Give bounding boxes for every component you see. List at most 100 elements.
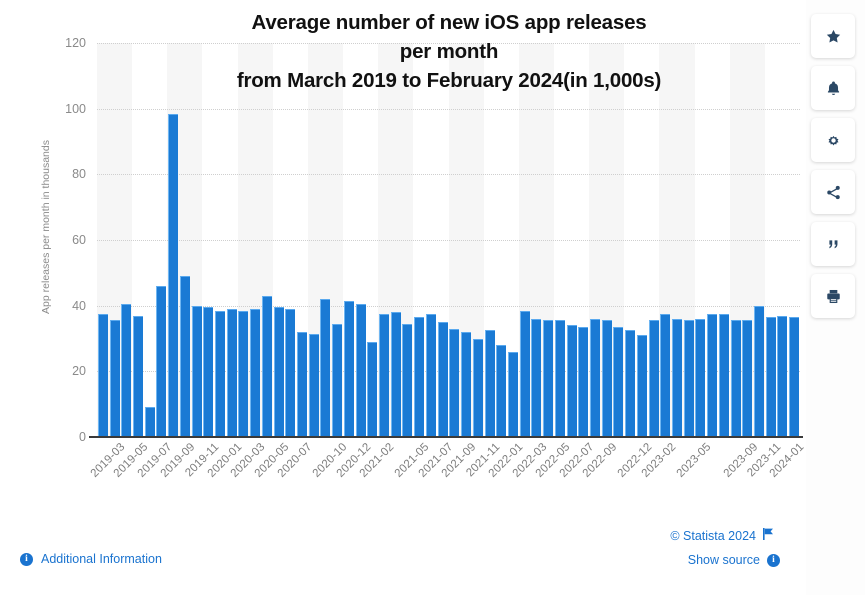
chart-title: Average number of new iOS app releases p… xyxy=(96,8,802,95)
bar[interactable] xyxy=(191,305,202,437)
bell-icon xyxy=(825,80,842,97)
bar[interactable] xyxy=(215,310,226,437)
additional-information-link[interactable]: i Additional Information xyxy=(20,552,162,566)
bar[interactable] xyxy=(683,320,694,437)
print-button[interactable] xyxy=(811,274,855,318)
x-tick-label: 2023-05 xyxy=(674,441,714,480)
chart-title-line-1: Average number of new iOS app releases xyxy=(251,11,647,34)
bar[interactable] xyxy=(285,308,296,437)
gridline xyxy=(97,174,800,176)
bar[interactable] xyxy=(168,113,179,437)
y-tick-label: 100 xyxy=(65,101,86,116)
plot-area: 0 20 40 60 80 100 120 xyxy=(65,36,800,444)
gridline xyxy=(97,240,800,241)
favorite-button[interactable] xyxy=(811,14,855,58)
info-icon: i xyxy=(20,552,33,566)
bar[interactable] xyxy=(402,323,413,437)
bar[interactable] xyxy=(543,320,554,437)
bar[interactable] xyxy=(226,308,237,437)
copyright-credit: © Statista 2024 xyxy=(670,528,774,543)
bar[interactable] xyxy=(179,276,190,437)
bar[interactable] xyxy=(437,322,448,437)
bar[interactable] xyxy=(671,318,682,437)
bar[interactable] xyxy=(613,327,624,437)
bar[interactable] xyxy=(425,313,436,437)
y-tick-label: 60 xyxy=(72,233,86,247)
copyright-text: © Statista 2024 xyxy=(670,528,756,543)
bar[interactable] xyxy=(332,323,343,437)
bar[interactable] xyxy=(625,330,636,437)
bar[interactable] xyxy=(320,299,331,437)
bar[interactable] xyxy=(765,317,776,437)
chart-title-line-3: from March 2019 to February 2024(in 1,00… xyxy=(236,69,662,92)
bar[interactable] xyxy=(238,310,249,437)
bar[interactable] xyxy=(777,315,788,437)
bar[interactable] xyxy=(648,320,659,437)
bar[interactable] xyxy=(97,313,108,437)
bar[interactable] xyxy=(461,331,472,437)
bar[interactable] xyxy=(355,304,366,437)
bar[interactable] xyxy=(144,407,155,437)
flag-icon xyxy=(763,528,774,543)
bar[interactable] xyxy=(566,325,577,437)
printer-icon xyxy=(825,288,842,305)
bar[interactable] xyxy=(273,307,284,437)
bar[interactable] xyxy=(261,295,272,437)
bar[interactable] xyxy=(121,304,132,437)
bar[interactable] xyxy=(742,320,753,437)
share-icon xyxy=(825,184,842,201)
bar[interactable] xyxy=(414,317,425,437)
action-toolbar xyxy=(811,14,855,318)
additional-information-label: Additional Information xyxy=(41,552,162,566)
bar[interactable] xyxy=(379,313,390,437)
bar[interactable] xyxy=(496,345,507,437)
y-tick-label: 20 xyxy=(72,364,86,379)
y-tick-label: 0 xyxy=(79,430,86,444)
bar[interactable] xyxy=(531,318,542,437)
bar[interactable] xyxy=(601,320,612,437)
bar[interactable] xyxy=(636,335,647,437)
chart-title-line-2: per month xyxy=(399,40,499,63)
bar[interactable] xyxy=(449,328,460,437)
bar[interactable] xyxy=(707,313,718,437)
show-source-link[interactable]: Show source i xyxy=(688,553,780,567)
notifications-button[interactable] xyxy=(811,66,855,110)
bar[interactable] xyxy=(203,307,214,437)
bar[interactable] xyxy=(695,318,706,437)
bar[interactable] xyxy=(390,312,401,437)
cite-button[interactable] xyxy=(811,222,855,266)
gridline xyxy=(97,108,800,110)
bar[interactable] xyxy=(718,313,729,437)
bar[interactable] xyxy=(472,338,483,437)
bar[interactable] xyxy=(589,318,600,437)
y-tick-label: 120 xyxy=(65,36,86,50)
share-button[interactable] xyxy=(811,170,855,214)
bar[interactable] xyxy=(753,305,764,437)
bar[interactable] xyxy=(578,327,589,437)
y-axis-title: App releases per month in thousands xyxy=(40,140,52,314)
statista-chart-page: Average number of new iOS app releases p… xyxy=(0,0,865,595)
x-axis-line xyxy=(89,436,803,438)
bar[interactable] xyxy=(133,315,143,437)
quote-icon xyxy=(825,236,842,253)
bar[interactable] xyxy=(730,320,741,437)
settings-button[interactable] xyxy=(811,118,855,162)
bar[interactable] xyxy=(367,341,378,437)
bar[interactable] xyxy=(109,320,120,437)
bar[interactable] xyxy=(507,351,518,437)
bar[interactable] xyxy=(789,317,800,437)
bar[interactable] xyxy=(660,313,671,437)
bar[interactable] xyxy=(156,285,167,437)
y-tick-label: 80 xyxy=(72,167,86,182)
bar[interactable] xyxy=(250,308,261,437)
bar[interactable] xyxy=(554,320,565,437)
show-source-label: Show source xyxy=(687,553,760,567)
info-icon: i xyxy=(767,553,780,567)
bar[interactable] xyxy=(343,300,354,437)
chart-card: Average number of new iOS app releases p… xyxy=(0,0,807,595)
bar[interactable] xyxy=(484,330,495,437)
y-tick-label: 40 xyxy=(72,298,86,313)
bar[interactable] xyxy=(519,310,530,437)
bar[interactable] xyxy=(297,331,308,437)
bar[interactable] xyxy=(308,333,319,437)
